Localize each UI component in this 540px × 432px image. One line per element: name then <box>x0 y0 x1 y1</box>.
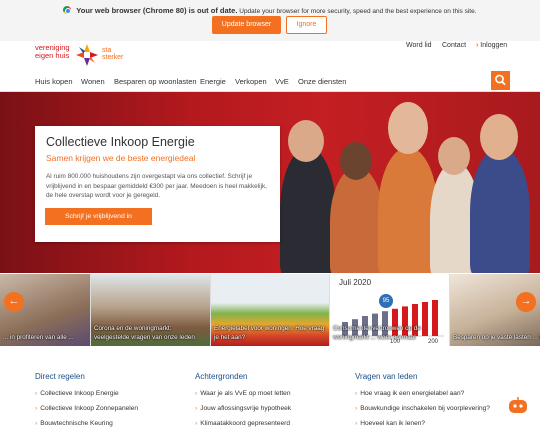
update-text: Update your browser for more security, s… <box>239 8 477 15</box>
nav-item-huis-kopen[interactable]: Huis kopen <box>35 77 73 86</box>
login-link[interactable]: › Inloggen <box>476 42 507 49</box>
ignore-button[interactable]: Ignore <box>286 16 327 34</box>
contact-link[interactable]: Contact <box>442 42 466 49</box>
hero-body: Al ruim 800.000 huishoudens zijn overges… <box>46 173 267 199</box>
nav-item-wonen[interactable]: Wonen <box>81 77 105 86</box>
arrow-right-icon: → <box>520 295 532 307</box>
nav-item-vve[interactable]: VvE <box>275 77 289 86</box>
chat-button[interactable] <box>507 396 529 416</box>
search-button[interactable] <box>491 71 510 90</box>
nav-item-verkopen[interactable]: Verkopen <box>235 77 267 86</box>
nav-item-energie[interactable]: Energie <box>200 77 226 86</box>
carousel-tile[interactable]: Energielabel voor woningen. Hoe vraag je… <box>211 274 329 346</box>
logo-text-line2: eigen huis <box>35 51 70 60</box>
footer-link[interactable]: › Collectieve Inkoop Zonnepanelen <box>35 405 138 412</box>
footer-link[interactable]: › Collectieve Inkoop Energie <box>35 390 119 397</box>
chart-badge: 95 <box>379 294 393 308</box>
hero-photo <box>270 92 540 273</box>
carousel-tile-caption: ... in profiteren van alle ... <box>3 333 74 341</box>
footer-link-label: Collectieve Inkoop Zonnepanelen <box>40 405 139 412</box>
nav-item-besparen[interactable]: Besparen op woonlasten <box>114 77 197 86</box>
chevron-right-icon: › <box>195 405 198 412</box>
hero-subtitle: Samen krijgen we de beste energiedeal <box>46 153 196 163</box>
footer-link-label: Collectieve Inkoop Energie <box>40 390 119 397</box>
news-carousel: ... in profiteren van alle ... Corona en… <box>0 274 540 346</box>
footer-link-label: Jouw aflossingsvrije hypotheek <box>200 405 292 412</box>
footer-link[interactable]: › Jouw aflossingsvrije hypotheek <box>195 405 291 412</box>
update-title: Your web browser (Chrome 80) is out of d… <box>76 6 238 15</box>
chevron-right-icon: › <box>35 390 38 397</box>
update-message: Your web browser (Chrome 80) is out of d… <box>0 6 540 15</box>
chevron-right-icon: › <box>355 420 358 427</box>
column-title-direct-regelen: Direct regelen <box>35 372 85 381</box>
carousel-tile-caption: Besparen op je vaste lasten ... tips <box>453 333 540 341</box>
footer-link[interactable]: › Klimaatakkoord gepresenteerd <box>195 420 290 427</box>
footer-link-label: Bouwtechnische Keuring <box>40 420 113 427</box>
carousel-prev-button[interactable]: ← <box>4 292 24 312</box>
hero-card: Collectieve Inkoop Energie Samen krijgen… <box>35 126 280 242</box>
footer-link[interactable]: › Bouwtechnische Keuring <box>35 420 113 427</box>
footer-link[interactable]: › Bouwkundige inschakelen bij voorpleveri… <box>355 405 490 412</box>
footer-link[interactable]: › Waar je als VvE op moet letten <box>195 390 290 397</box>
signup-button[interactable]: Schrijf je vrijblijvend in <box>45 208 152 225</box>
login-label: Inloggen <box>480 42 508 49</box>
browser-update-banner: Your web browser (Chrome 80) is out of d… <box>0 0 540 41</box>
chevron-right-icon: › <box>476 42 479 49</box>
chevron-right-icon: › <box>35 420 38 427</box>
nav-item-onze-diensten[interactable]: Onze diensten <box>298 77 346 86</box>
chevron-right-icon: › <box>195 420 198 427</box>
carousel-chart-tile[interactable]: Juli 2020 95 100 200 Consumentenvertrouw… <box>330 274 449 346</box>
member-link[interactable]: Word lid <box>406 42 432 49</box>
footer-link[interactable]: › Hoeveel kan ik lenen? <box>355 420 425 427</box>
chevron-right-icon: › <box>195 390 198 397</box>
chrome-icon <box>63 6 72 14</box>
logo-slogan-line2: sterker <box>102 54 124 61</box>
footer-link-label: Klimaatakkoord gepresenteerd <box>200 420 291 427</box>
arrow-left-icon: ← <box>8 295 20 307</box>
logo[interactable]: vereniging eigen huis sta sterker <box>35 43 135 69</box>
hero-title: Collectieve Inkoop Energie <box>46 135 195 149</box>
footer-link-label: Bouwkundige inschakelen bij voorpleverin… <box>360 405 490 412</box>
carousel-tile-caption: Corona en de woningmarkt: veelgestelde v… <box>94 325 195 341</box>
footer-link[interactable]: › Hoe vraag ik een energielabel aan? <box>355 390 464 397</box>
chevron-right-icon: › <box>355 405 358 412</box>
carousel-tile-caption: Consumentenvertrouwen op de woningmarkt … <box>333 325 421 341</box>
column-title-achtergronden: Achtergronden <box>195 372 248 381</box>
update-browser-button[interactable]: Update browser <box>212 16 281 34</box>
chart-badge-value: 95 <box>382 298 390 304</box>
chevron-right-icon: › <box>35 405 38 412</box>
carousel-tile-caption: Energielabel voor woningen. Hoe vraag je… <box>214 325 325 341</box>
chevron-right-icon: › <box>355 390 358 397</box>
carousel-tile[interactable]: Corona en de woningmarkt: veelgestelde v… <box>91 274 210 346</box>
logo-mark-icon <box>76 44 98 66</box>
search-icon <box>495 74 506 86</box>
carousel-next-button[interactable]: → <box>516 292 536 312</box>
footer-link-label: Hoeveel kan ik lenen? <box>360 420 426 427</box>
footer-link-label: Hoe vraag ik een energielabel aan? <box>360 390 465 397</box>
footer-link-label: Waar je als VvE op moet letten <box>200 390 291 397</box>
column-title-vragen-van-leden: Vragen van leden <box>355 372 418 381</box>
chatbot-icon <box>509 397 527 413</box>
logo-slogan-line1: sta <box>102 47 112 54</box>
